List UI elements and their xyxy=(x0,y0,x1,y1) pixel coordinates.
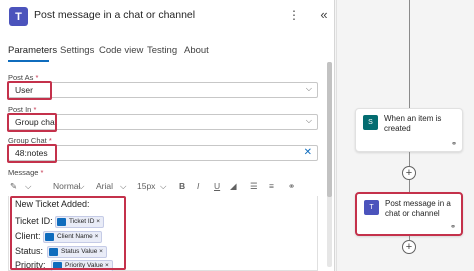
tab-code-view[interactable]: Code view xyxy=(99,45,143,56)
chevron-down-icon[interactable]: ⌵ xyxy=(78,181,84,192)
highlight-box xyxy=(7,144,57,163)
font-size-select[interactable]: 15px xyxy=(137,181,155,191)
highlight-box xyxy=(10,196,126,270)
chevron-down-icon: ⌵ xyxy=(305,84,312,93)
panel-scrollbar[interactable] xyxy=(327,62,332,267)
bulleted-list-icon[interactable]: ☰ xyxy=(250,181,258,192)
trigger-node[interactable]: S When an item is created ⚭ xyxy=(355,108,463,152)
tab-parameters[interactable]: Parameters xyxy=(8,45,57,56)
ellipsis-icon[interactable]: ⋮ xyxy=(287,7,301,23)
trigger-node-label: When an item is created xyxy=(384,114,442,133)
tab-about[interactable]: About xyxy=(184,45,209,56)
paragraph-style-select[interactable]: Normal xyxy=(53,181,80,191)
sharepoint-icon: S xyxy=(363,115,378,130)
clear-icon[interactable]: ✕ xyxy=(304,147,312,158)
numbered-list-icon[interactable]: ≡ xyxy=(269,181,274,191)
tab-testing[interactable]: Testing xyxy=(147,45,177,56)
highlight-box xyxy=(7,81,52,100)
panel-title: Post message in a chat or channel xyxy=(34,9,196,21)
action-node-label: Post message in a chat or channel xyxy=(385,199,451,218)
add-step-button[interactable]: + xyxy=(402,240,416,254)
active-tab-indicator xyxy=(8,60,49,62)
chevron-down-icon[interactable]: ⌵ xyxy=(160,181,166,192)
double-chevron-left-icon[interactable]: « xyxy=(317,7,331,23)
add-step-button[interactable]: + xyxy=(402,166,416,180)
action-node-selected[interactable]: T Post message in a chat or channel ⚭ xyxy=(355,192,463,236)
font-select[interactable]: Arial xyxy=(96,181,113,191)
canvas-divider xyxy=(336,0,337,271)
italic-button[interactable]: I xyxy=(197,181,199,191)
bold-button[interactable]: B xyxy=(179,181,185,191)
text-color-icon[interactable]: ◢ xyxy=(230,181,237,192)
link-icon[interactable]: ⚭ xyxy=(288,181,295,192)
post-as-dropdown[interactable]: User ⌵ xyxy=(8,82,318,98)
underline-button[interactable]: U xyxy=(214,181,220,191)
editor-toolbar: ✎ ⌵ Normal ⌵ Arial ⌵ 15px ⌵ B I U ◢ ☰ ≡ … xyxy=(8,178,318,196)
action-config-panel: T Post message in a chat or channel ⋮ « … xyxy=(0,0,335,271)
link-icon: ⚭ xyxy=(451,141,457,148)
scrollbar-thumb[interactable] xyxy=(327,62,332,197)
highlight-box xyxy=(7,113,57,132)
tab-settings[interactable]: Settings xyxy=(60,45,94,56)
chevron-down-icon[interactable]: ⌵ xyxy=(25,181,31,192)
message-label: Message * xyxy=(8,168,44,177)
chevron-down-icon: ⌵ xyxy=(305,116,312,125)
link-icon: ⚭ xyxy=(450,224,456,231)
connector-line xyxy=(409,0,410,108)
panel-header: T Post message in a chat or channel ⋮ « xyxy=(0,0,335,34)
teams-icon: T xyxy=(9,7,28,26)
pen-icon[interactable]: ✎ xyxy=(10,181,17,192)
teams-icon: T xyxy=(364,200,379,215)
chevron-down-icon[interactable]: ⌵ xyxy=(120,181,126,192)
flow-designer-canvas: S When an item is created ⚭ + T Post mes… xyxy=(336,0,474,271)
